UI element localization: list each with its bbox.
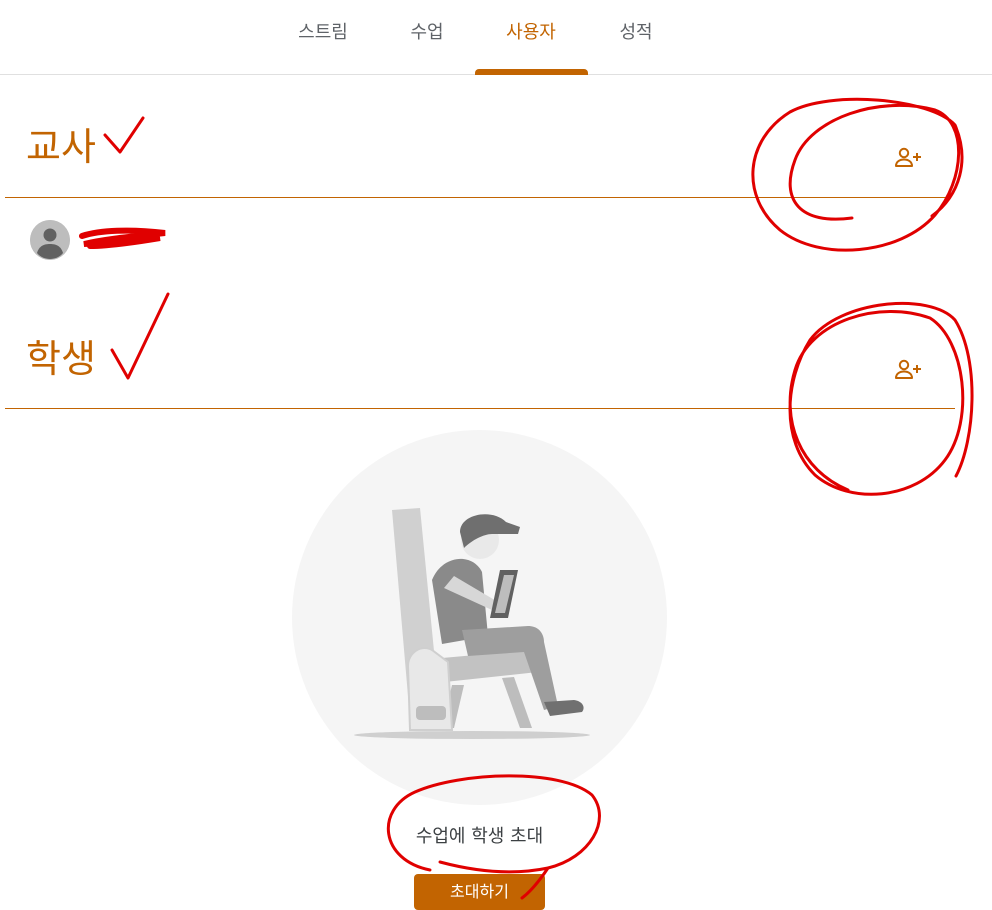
top-tab-bar: 스트림 수업 사용자 성적 [0,0,992,75]
tab-stream[interactable]: 스트림 [287,0,359,75]
person-add-icon [895,359,921,379]
tab-classwork[interactable]: 수업 [398,0,456,75]
avatar [30,220,70,260]
active-tab-indicator [475,69,588,75]
invite-teacher-button[interactable] [889,138,929,178]
empty-state-illustration [292,430,667,805]
teachers-divider [5,197,950,198]
students-divider [5,408,955,409]
empty-state-message: 수업에 학생 초대 [415,826,544,847]
tab-grades[interactable]: 성적 [607,0,665,75]
teacher-row[interactable] [30,220,330,260]
students-heading: 학생 [26,337,96,381]
invite-students-button[interactable]: 초대하기 [414,874,545,910]
teachers-heading: 교사 [26,125,96,169]
invite-student-button[interactable] [889,350,929,390]
circle-annotation [788,302,974,496]
tab-people[interactable]: 사용자 [495,0,567,75]
checkmark-annotation [103,116,145,154]
circle-annotation [751,97,964,252]
default-avatar-icon [30,220,70,260]
checkmark-annotation [110,292,170,380]
person-add-icon [895,147,921,167]
